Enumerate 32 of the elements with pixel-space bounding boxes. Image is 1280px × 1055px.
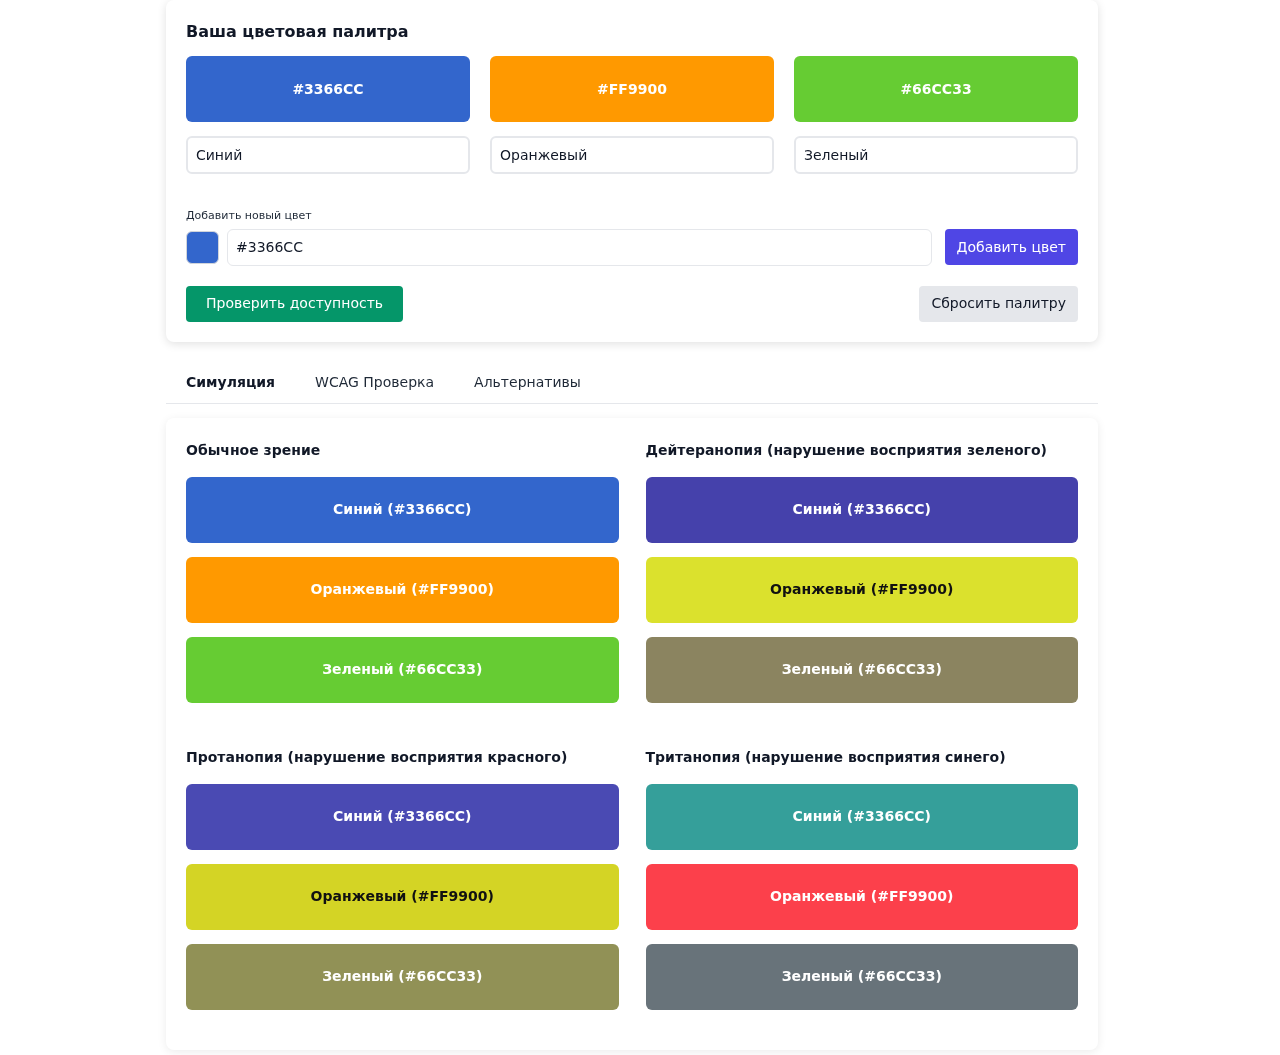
- section-title: Ваша цветовая палитра: [186, 21, 410, 43]
- check-accessibility-button[interactable]: Проверить доступность: [186, 285, 404, 322]
- simulated-swatch: Синий (#3366CC): [186, 476, 619, 543]
- add-color-button[interactable]: Добавить цвет: [944, 229, 1078, 265]
- color-picker[interactable]: [186, 230, 219, 264]
- simulated-swatch: Синий (#3366CC): [186, 783, 619, 850]
- color-name-field[interactable]: Зеленый: [794, 136, 1078, 174]
- hex-input-field[interactable]: #3366CC: [227, 228, 932, 266]
- simulated-swatch: Оранжевый (#FF9900): [645, 863, 1078, 930]
- simulated-swatch: Зеленый (#66CC33): [186, 636, 619, 703]
- simulated-swatch: Синий (#3366CC): [645, 476, 1078, 543]
- color-swatch: #66CC33: [794, 56, 1078, 122]
- simulation-title: Тританопия (нарушение восприятия синего): [645, 747, 1007, 767]
- simulated-swatch: Оранжевый (#FF9900): [186, 863, 619, 930]
- simulated-swatch: Зеленый (#66CC33): [645, 636, 1078, 703]
- simulated-swatch: Оранжевый (#FF9900): [186, 556, 619, 623]
- tab[interactable]: WCAG Проверка: [315, 371, 435, 393]
- simulated-swatch: Оранжевый (#FF9900): [645, 556, 1078, 623]
- color-swatch: #FF9900: [490, 56, 774, 122]
- color-swatch: #3366CC: [186, 56, 470, 122]
- reset-palette-button[interactable]: Сбросить палитру: [919, 285, 1078, 322]
- simulated-swatch: Зеленый (#66CC33): [645, 943, 1078, 1010]
- tab[interactable]: Симуляция: [186, 371, 276, 393]
- simulation-title: Обычное зрение: [186, 440, 322, 460]
- color-name-field[interactable]: Синий: [186, 136, 470, 174]
- tab[interactable]: Альтернативы: [474, 371, 581, 393]
- simulated-swatch: Зеленый (#66CC33): [186, 943, 619, 1010]
- simulation-title: Дейтеранопия (нарушение восприятия зеленого): [645, 440, 1048, 460]
- simulation-title: Протанопия (нарушение восприятия красного): [186, 747, 569, 767]
- simulated-swatch: Синий (#3366CC): [645, 783, 1078, 850]
- color-name-field[interactable]: Оранжевый: [490, 136, 774, 174]
- field-label: Добавить новый цвет: [186, 208, 313, 224]
